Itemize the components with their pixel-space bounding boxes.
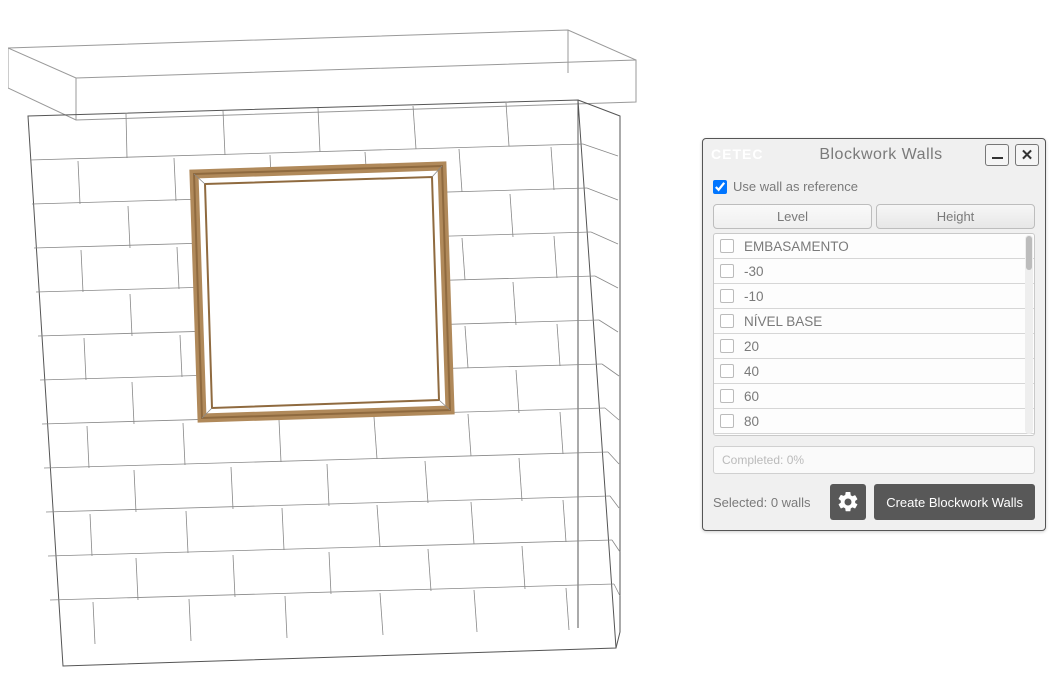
blockwork-wall-model: .edge { stroke:#555; stroke-width:1; fil… bbox=[8, 18, 648, 668]
row-checkbox[interactable] bbox=[720, 289, 734, 303]
minimize-button[interactable] bbox=[985, 144, 1009, 166]
list-item[interactable]: -30 bbox=[714, 259, 1034, 284]
close-icon: ✕ bbox=[1021, 146, 1034, 164]
scrollbar[interactable] bbox=[1025, 235, 1033, 434]
list-item-label: 60 bbox=[744, 389, 759, 404]
dialog-footer: Selected: 0 walls Create Blockwork Walls bbox=[713, 484, 1035, 520]
minimize-icon bbox=[992, 157, 1003, 159]
blockwork-walls-dialog: CETEC Blockwork Walls ✕ Use wall as refe… bbox=[702, 138, 1046, 531]
gear-icon bbox=[836, 490, 860, 514]
progress-label: Completed: 0% bbox=[713, 446, 1035, 474]
selected-walls-label: Selected: 0 walls bbox=[713, 495, 822, 510]
list-item[interactable]: 100 bbox=[714, 434, 1034, 436]
row-checkbox[interactable] bbox=[720, 314, 734, 328]
tabs: Level Height bbox=[713, 204, 1035, 229]
list-item-label: EMBASAMENTO bbox=[744, 239, 849, 254]
dialog-titlebar[interactable]: CETEC Blockwork Walls ✕ bbox=[703, 139, 1045, 171]
row-checkbox[interactable] bbox=[720, 364, 734, 378]
use-wall-checkbox[interactable] bbox=[713, 180, 727, 194]
cetec-logo: CETEC bbox=[711, 145, 777, 165]
svg-text:CETEC: CETEC bbox=[711, 146, 763, 162]
list-item[interactable]: 60 bbox=[714, 384, 1034, 409]
row-checkbox[interactable] bbox=[720, 414, 734, 428]
list-item[interactable]: -10 bbox=[714, 284, 1034, 309]
dialog-title: Blockwork Walls bbox=[783, 146, 979, 164]
level-list: EMBASAMENTO -30 -10 NÍVEL BASE 20 40 60 … bbox=[713, 233, 1035, 436]
list-item[interactable]: 40 bbox=[714, 359, 1034, 384]
settings-button[interactable] bbox=[830, 484, 866, 520]
close-button[interactable]: ✕ bbox=[1015, 144, 1039, 166]
create-blockwork-button[interactable]: Create Blockwork Walls bbox=[874, 484, 1035, 520]
list-item-label: -30 bbox=[744, 264, 764, 279]
scrollbar-thumb[interactable] bbox=[1026, 236, 1032, 270]
list-item-label: NÍVEL BASE bbox=[744, 314, 822, 329]
list-item-label: -10 bbox=[744, 289, 764, 304]
row-checkbox[interactable] bbox=[720, 264, 734, 278]
row-checkbox[interactable] bbox=[720, 389, 734, 403]
list-item[interactable]: NÍVEL BASE bbox=[714, 309, 1034, 334]
list-item[interactable]: 80 bbox=[714, 409, 1034, 434]
row-checkbox[interactable] bbox=[720, 239, 734, 253]
use-wall-label: Use wall as reference bbox=[733, 179, 858, 194]
dialog-body: Use wall as reference Level Height EMBAS… bbox=[703, 171, 1045, 530]
list-item-label: 20 bbox=[744, 339, 759, 354]
tab-height[interactable]: Height bbox=[876, 204, 1035, 229]
row-checkbox[interactable] bbox=[720, 339, 734, 353]
tab-level[interactable]: Level bbox=[713, 204, 872, 229]
list-item-label: 80 bbox=[744, 414, 759, 429]
list-item-label: 40 bbox=[744, 364, 759, 379]
use-wall-row: Use wall as reference bbox=[713, 179, 1035, 194]
list-item[interactable]: 20 bbox=[714, 334, 1034, 359]
list-item[interactable]: EMBASAMENTO bbox=[714, 234, 1034, 259]
